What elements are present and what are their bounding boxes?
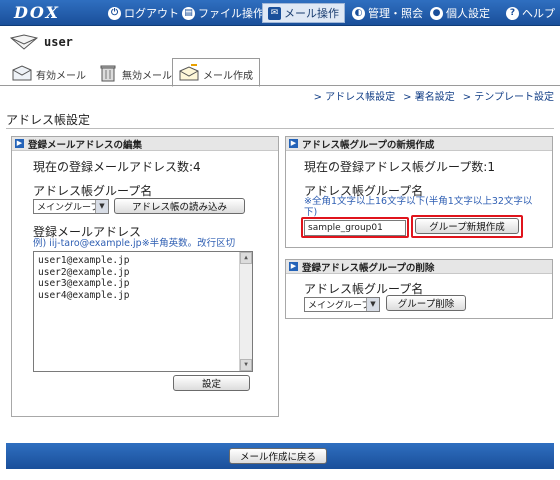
delete-panel-header: ▶ 登録アドレス帳グループの削除 xyxy=(286,260,552,274)
delete-group-button[interactable]: グループ削除 xyxy=(386,295,466,311)
tab-compose-mail[interactable]: メール作成 xyxy=(172,58,260,87)
settings-links: アドレス帳設定 署名設定 テンプレート設定 xyxy=(314,88,554,103)
top-nav-bar: DOX ⏻ ログアウト ▤ ファイル操作 ✉ メール操作 ◐ 管理・照会 ● 個… xyxy=(0,0,560,26)
tab-compose-mail-label: メール作成 xyxy=(203,71,253,82)
title-divider xyxy=(6,128,554,129)
nav-file-label: ファイル操作 xyxy=(198,7,264,20)
edit-panel-title: 登録メールアドレスの編集 xyxy=(28,139,143,151)
group-count-text: 現在の登録アドレス帳グループ数:1 xyxy=(304,160,495,174)
back-to-compose-button[interactable]: メール作成に戻る xyxy=(229,448,327,464)
tab-valid-mail[interactable]: 有効メール xyxy=(6,58,92,86)
address-count-text: 現在の登録メールアドレス数:4 xyxy=(33,160,201,174)
edit-addresses-panel: ▶ 登録メールアドレスの編集 現在の登録メールアドレス数:4 アドレス帳グループ… xyxy=(11,136,279,417)
scroll-up-icon[interactable]: ▲ xyxy=(240,252,252,264)
create-panel-title: アドレス帳グループの新規作成 xyxy=(302,139,435,151)
nav-admin[interactable]: ◐ 管理・照会 xyxy=(347,3,428,23)
load-address-book-button[interactable]: アドレス帳の読み込み xyxy=(114,198,245,214)
delete-group-panel: ▶ 登録アドレス帳グループの削除 アドレス帳グループ名 メイングループ ▼ グル… xyxy=(285,259,553,319)
link-address-book-settings[interactable]: アドレス帳設定 xyxy=(314,88,395,103)
power-icon: ⏻ xyxy=(108,6,121,20)
link-template-settings[interactable]: テンプレート設定 xyxy=(463,88,554,103)
page-title: アドレス帳設定 xyxy=(6,113,91,127)
chevron-down-icon[interactable]: ▼ xyxy=(366,298,379,311)
panel-bullet-icon: ▶ xyxy=(289,139,298,148)
panel-bullet-icon: ▶ xyxy=(15,139,24,148)
scroll-down-icon[interactable]: ▼ xyxy=(240,359,252,371)
user-mail-icon xyxy=(10,34,38,50)
app-logo: DOX xyxy=(14,3,60,22)
nav-personal-label: 個人設定 xyxy=(446,7,490,20)
nav-help-label: ヘルプ xyxy=(522,7,555,20)
admin-icon: ◐ xyxy=(352,6,365,20)
chevron-down-icon[interactable]: ▼ xyxy=(95,200,108,213)
save-settings-button[interactable]: 設定 xyxy=(173,375,250,391)
group-select[interactable]: メイングループ ▼ xyxy=(33,199,109,214)
envelope-icon xyxy=(12,65,32,81)
delete-group-select-value: メイングループ xyxy=(308,301,371,311)
create-group-panel: ▶ アドレス帳グループの新規作成 現在の登録アドレス帳グループ数:1 アドレス帳… xyxy=(285,136,553,248)
tabs-divider xyxy=(0,85,560,86)
user-info: user xyxy=(10,34,73,50)
file-icon: ▤ xyxy=(182,6,195,20)
addresses-hint: 例) iij-taro@example.jp※半角英数。改行区切 xyxy=(33,238,236,249)
tab-invalid-mail[interactable]: 無効メール xyxy=(92,58,178,86)
person-icon: ● xyxy=(430,6,443,20)
address-line: user2@example.jp xyxy=(38,266,130,278)
address-line: user1@example.jp xyxy=(38,255,130,266)
create-panel-header: ▶ アドレス帳グループの新規作成 xyxy=(286,137,552,151)
nav-mail-label: メール操作 xyxy=(284,7,339,20)
new-group-name-input[interactable]: sample_group01 xyxy=(304,220,406,236)
nav-file-operations[interactable]: ▤ ファイル操作 xyxy=(177,3,269,23)
tab-invalid-mail-label: 無効メール xyxy=(122,71,172,82)
create-group-button[interactable]: グループ新規作成 xyxy=(415,218,519,234)
nav-mail-operations[interactable]: ✉ メール操作 xyxy=(262,3,345,23)
nav-logout[interactable]: ⏻ ログアウト xyxy=(103,3,184,23)
edit-panel-header: ▶ 登録メールアドレスの編集 xyxy=(12,137,278,151)
mail-icon: ✉ xyxy=(268,6,281,20)
group-select-value: メイングループ xyxy=(37,203,100,213)
nav-help[interactable]: ? ヘルプ xyxy=(501,3,560,23)
delete-group-select[interactable]: メイングループ ▼ xyxy=(304,297,380,312)
footer-bar: メール作成に戻る xyxy=(6,443,554,469)
delete-panel-title: 登録アドレス帳グループの削除 xyxy=(302,262,435,274)
panel-bullet-icon: ▶ xyxy=(289,262,298,271)
nav-logout-label: ログアウト xyxy=(124,7,179,20)
address-line: user4@example.jp xyxy=(38,289,130,301)
link-signature-settings[interactable]: 署名設定 xyxy=(403,88,455,103)
address-line: user3@example.jp xyxy=(38,278,130,289)
addresses-textarea[interactable]: user1@example.jp user2@example.jp user3@… xyxy=(33,251,253,372)
user-name: user xyxy=(44,35,73,49)
textarea-scrollbar[interactable]: ▲ ▼ xyxy=(239,252,252,371)
compose-icon xyxy=(179,64,199,81)
trash-icon xyxy=(100,65,116,82)
help-icon: ? xyxy=(506,6,519,20)
tab-valid-mail-label: 有効メール xyxy=(36,71,86,82)
group-name-label: アドレス帳グループ名 xyxy=(33,184,153,198)
nav-admin-label: 管理・照会 xyxy=(368,7,423,20)
nav-personal-settings[interactable]: ● 個人設定 xyxy=(425,3,495,23)
